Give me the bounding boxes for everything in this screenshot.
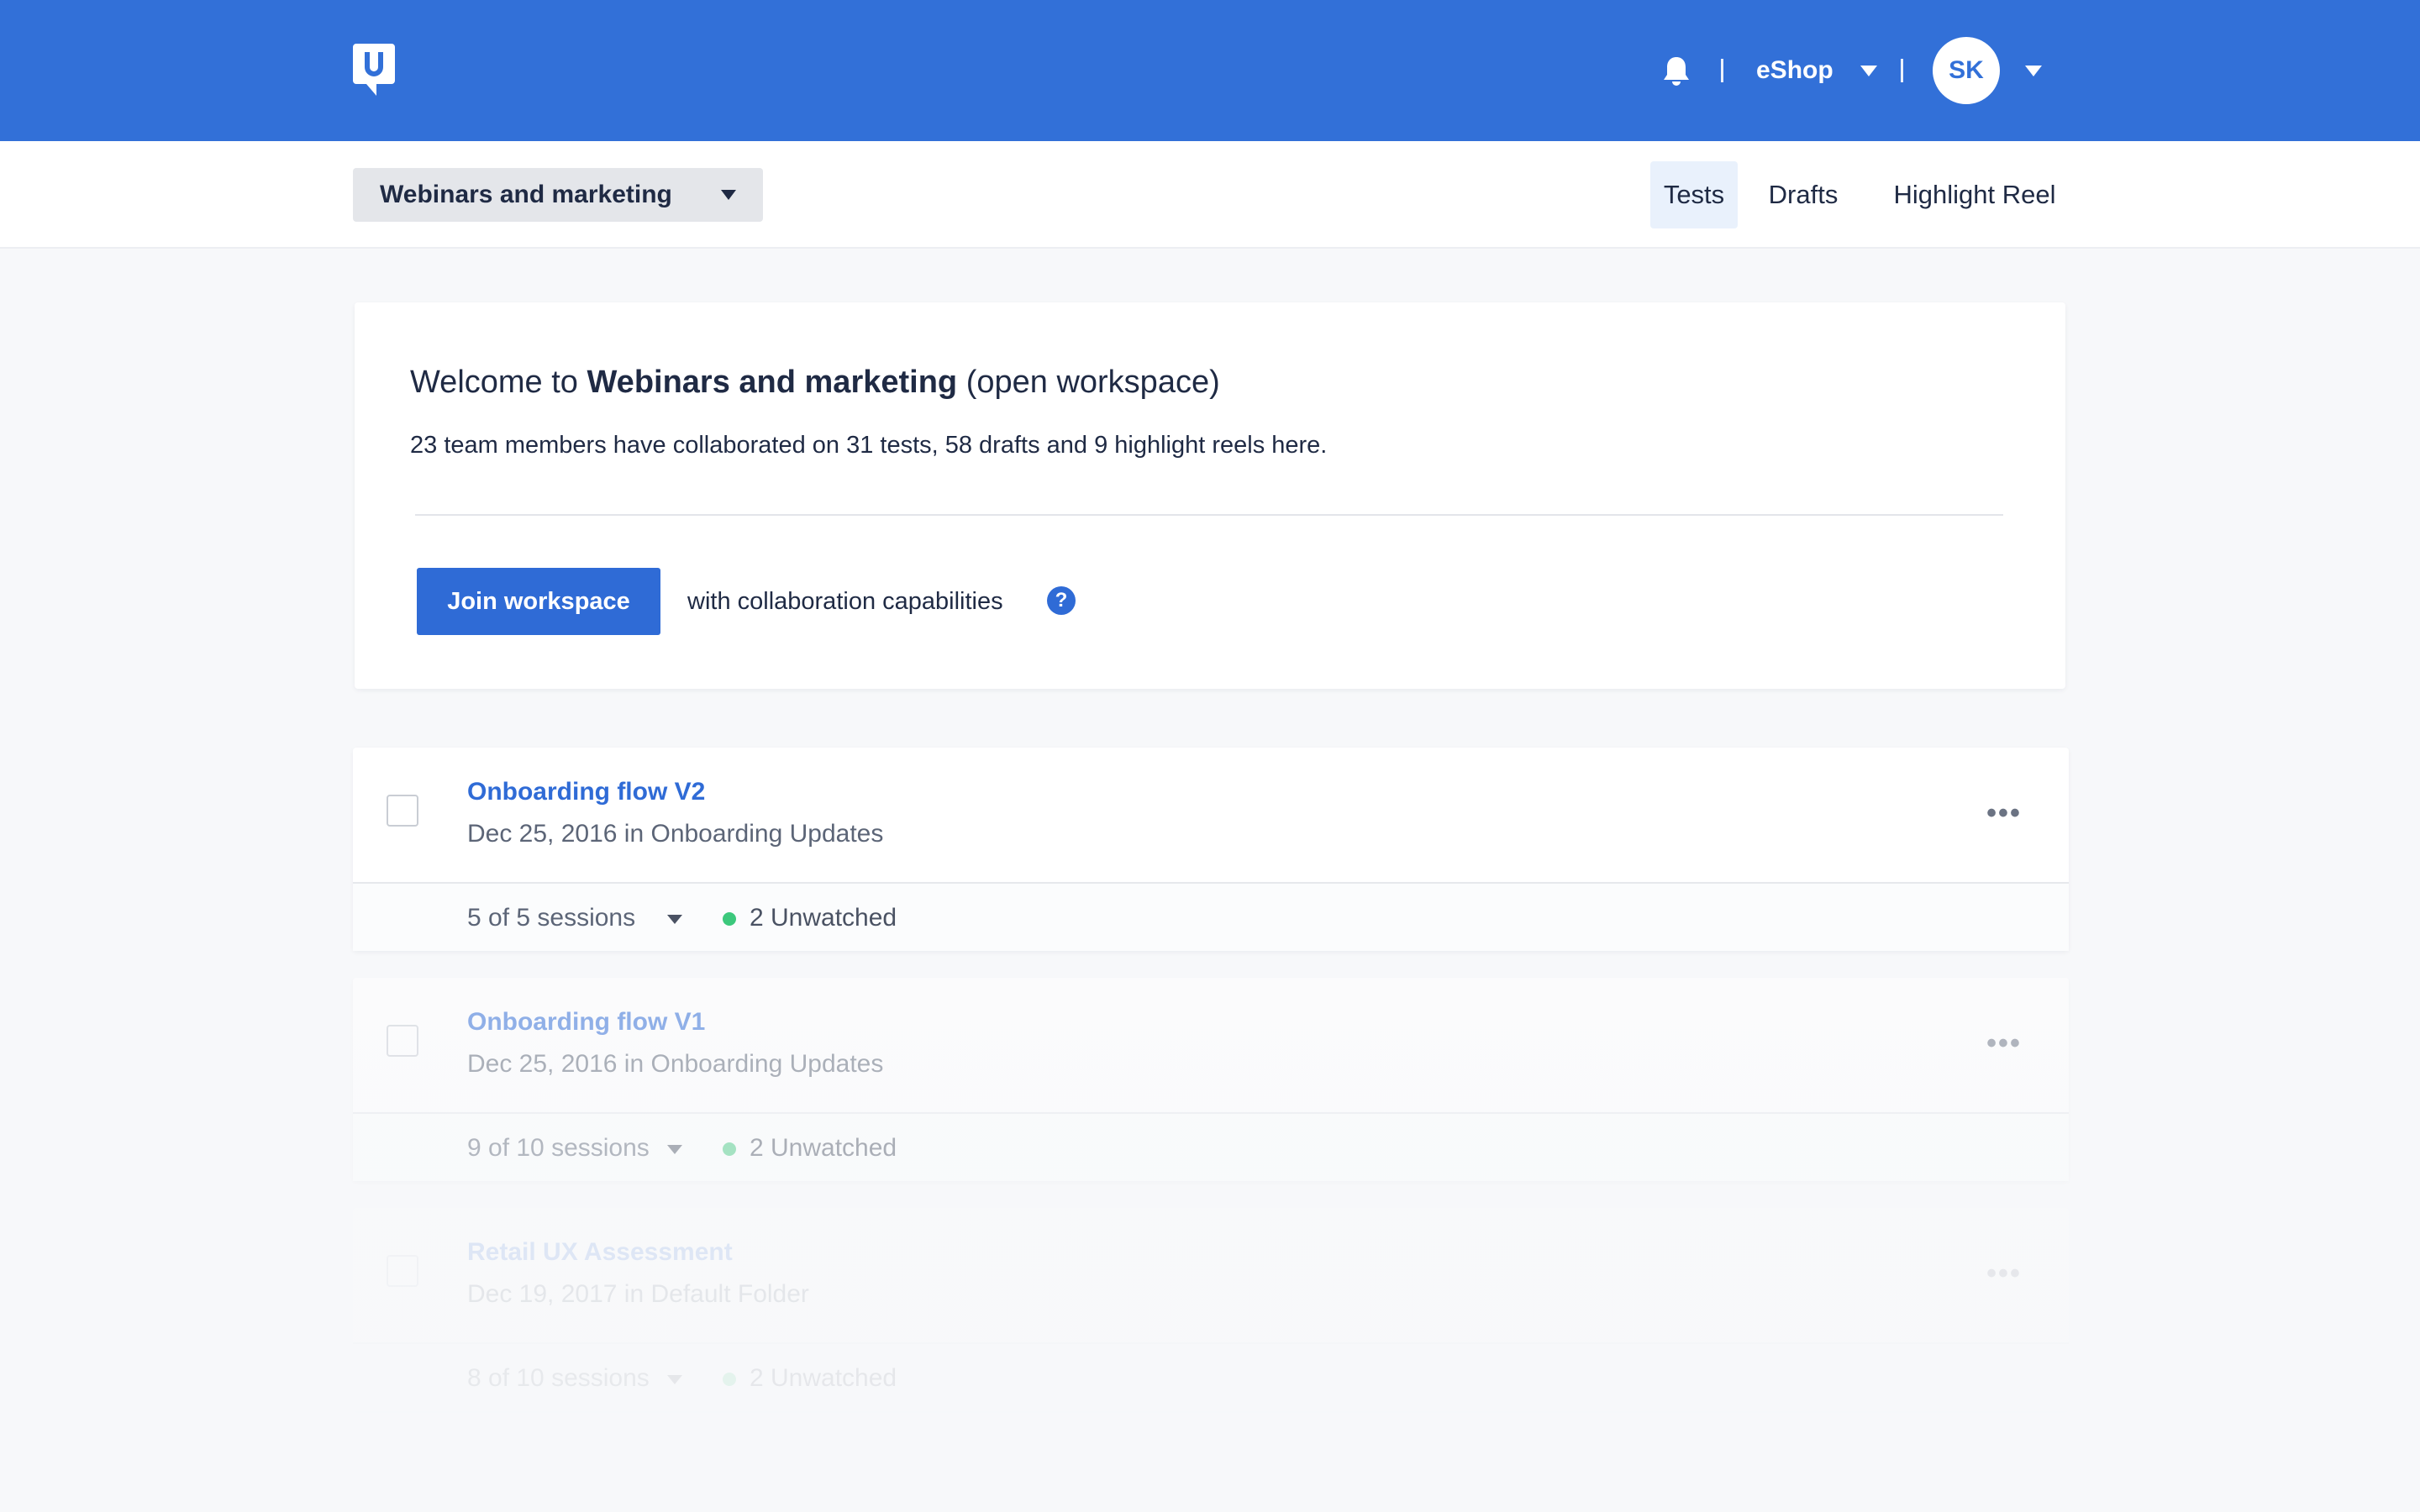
sessions-dropdown[interactable]: 8 of 10 sessions: [467, 1362, 650, 1394]
help-icon[interactable]: ?: [1047, 586, 1076, 615]
usertesting-logo-icon[interactable]: [353, 44, 395, 97]
test-card-footer: 8 of 10 sessions 2 Unwatched: [353, 1342, 2069, 1411]
unwatched-status-dot: [723, 912, 736, 926]
unwatched-status-dot: [723, 1142, 736, 1156]
avatar[interactable]: SK: [1933, 37, 2000, 104]
test-card-footer: 5 of 5 sessions 2 Unwatched: [353, 882, 2069, 951]
welcome-title-prefix: Welcome to: [410, 365, 578, 400]
account-chevron-down-icon[interactable]: [1860, 66, 1877, 76]
test-card-header: Onboarding flow V2 Dec 25, 2016 in Onboa…: [353, 748, 2069, 882]
more-options-icon[interactable]: •••: [1983, 1029, 2025, 1058]
welcome-card: Welcome to Webinars and marketing (open …: [355, 302, 2065, 689]
test-card: Onboarding flow V2 Dec 25, 2016 in Onboa…: [353, 748, 2069, 951]
test-meta: Dec 19, 2017 in Default Folder: [467, 1280, 809, 1308]
workspace-bar: Webinars and marketing Tests Drafts High…: [0, 141, 2420, 249]
more-options-icon[interactable]: •••: [1983, 1259, 2025, 1288]
test-select-checkbox[interactable]: [387, 1255, 418, 1287]
account-name[interactable]: eShop: [1756, 54, 1833, 87]
collaboration-text: with collaboration capabilities: [687, 588, 1003, 615]
test-title-link[interactable]: Onboarding flow V2: [467, 778, 705, 806]
chevron-down-icon[interactable]: [667, 915, 682, 924]
welcome-workspace-name: Webinars and marketing: [587, 365, 958, 400]
tab-tests[interactable]: Tests: [1650, 161, 1738, 228]
tab-drafts[interactable]: Drafts: [1756, 161, 1850, 228]
header-divider: [1721, 59, 1723, 82]
unwatched-count[interactable]: 2 Unwatched: [750, 1362, 897, 1394]
test-card-header: Retail UX Assessment Dec 19, 2017 in Def…: [353, 1208, 2069, 1342]
header-divider: [1901, 59, 1903, 82]
test-meta: Dec 25, 2016 in Onboarding Updates: [467, 1050, 884, 1078]
more-options-icon[interactable]: •••: [1983, 799, 2025, 827]
test-card-header: Onboarding flow V1 Dec 25, 2016 in Onboa…: [353, 978, 2069, 1112]
sessions-dropdown[interactable]: 5 of 5 sessions: [467, 902, 635, 934]
chevron-down-icon[interactable]: [667, 1375, 682, 1384]
test-card: Retail UX Assessment Dec 19, 2017 in Def…: [353, 1208, 2069, 1411]
bell-icon[interactable]: [1662, 55, 1691, 87]
profile-chevron-down-icon[interactable]: [2025, 66, 2042, 76]
test-card-footer: 9 of 10 sessions 2 Unwatched: [353, 1112, 2069, 1181]
welcome-title: Welcome to Webinars and marketing (open …: [410, 365, 1220, 401]
join-workspace-button[interactable]: Join workspace: [417, 568, 660, 635]
test-select-checkbox[interactable]: [387, 795, 418, 827]
workspace-selector[interactable]: Webinars and marketing: [353, 168, 763, 222]
unwatched-count[interactable]: 2 Unwatched: [750, 1132, 897, 1164]
tab-highlight-reel[interactable]: Highlight Reel: [1882, 161, 2067, 228]
test-select-checkbox[interactable]: [387, 1025, 418, 1057]
chevron-down-icon[interactable]: [667, 1145, 682, 1154]
top-bar: eShop SK: [0, 0, 2420, 141]
welcome-description: 23 team members have collaborated on 31 …: [410, 432, 1328, 459]
workspace-selector-label: Webinars and marketing: [380, 181, 672, 208]
divider: [415, 514, 2003, 516]
welcome-title-suffix: (open workspace): [965, 365, 1220, 400]
test-card: Onboarding flow V1 Dec 25, 2016 in Onboa…: [353, 978, 2069, 1181]
test-meta: Dec 25, 2016 in Onboarding Updates: [467, 820, 884, 848]
sessions-dropdown[interactable]: 9 of 10 sessions: [467, 1132, 650, 1164]
unwatched-status-dot: [723, 1373, 736, 1386]
test-title-link[interactable]: Retail UX Assessment: [467, 1238, 733, 1267]
test-title-link[interactable]: Onboarding flow V1: [467, 1008, 705, 1037]
chevron-down-icon: [721, 190, 736, 200]
unwatched-count[interactable]: 2 Unwatched: [750, 902, 897, 934]
